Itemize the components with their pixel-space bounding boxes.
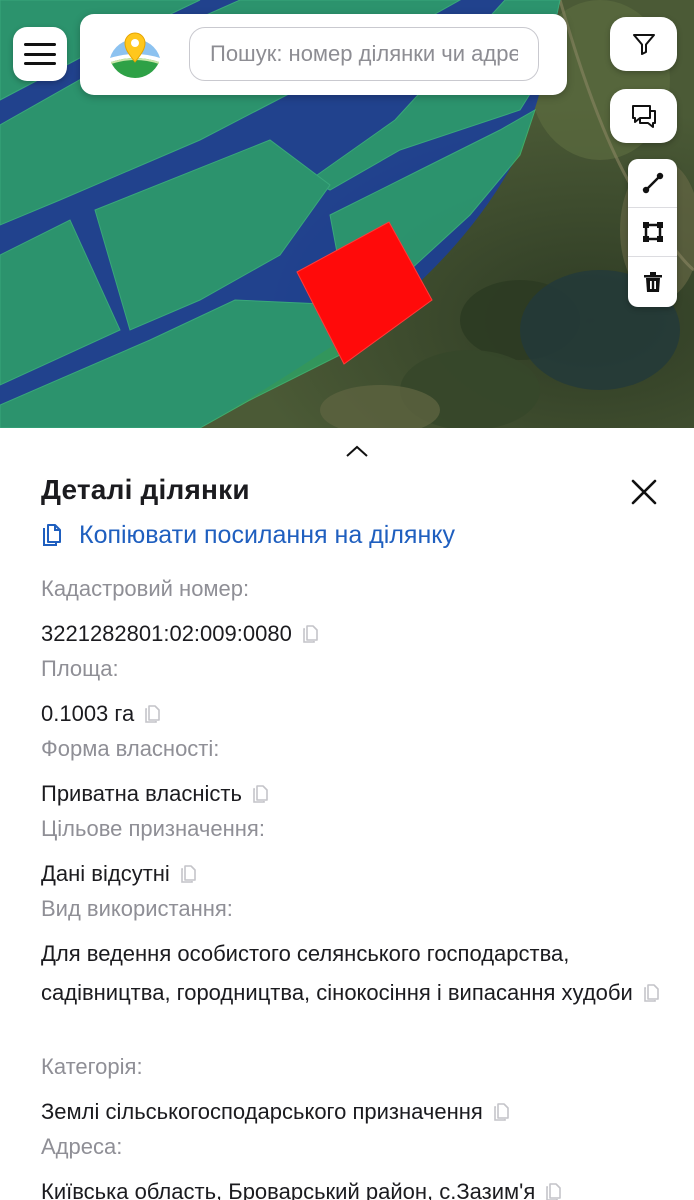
draw-toolbar xyxy=(628,159,677,307)
filter-icon xyxy=(632,34,655,55)
usage-type-label: Вид використання: xyxy=(41,896,233,921)
copy-icon xyxy=(43,524,61,546)
category-label: Категорія: xyxy=(41,1054,143,1079)
purpose-value: Дані відсутні xyxy=(41,854,661,894)
usage-type-text: Для ведення особистого селянського госпо… xyxy=(41,941,633,1005)
copy-parcel-link-button[interactable]: Копіювати посилання на ділянку xyxy=(41,516,455,554)
copy-icon[interactable] xyxy=(252,777,270,816)
draw-polygon-icon xyxy=(642,222,663,242)
menu-button[interactable] xyxy=(13,27,67,81)
map-pin-logo-icon[interactable] xyxy=(107,28,163,82)
measure-line-icon xyxy=(642,172,663,194)
address-value: Київська область, Броварський район, с.З… xyxy=(41,1172,661,1200)
search-input[interactable] xyxy=(189,27,539,81)
copy-icon[interactable] xyxy=(302,617,320,656)
ownership-text: Приватна власність xyxy=(41,781,242,806)
parcel-details-panel: Деталі ділянки Копіювати посилання на ді… xyxy=(0,428,694,1200)
area-label: Площа: xyxy=(41,656,119,681)
delete-drawing-button[interactable] xyxy=(628,257,677,306)
chevron-up-icon xyxy=(346,445,368,457)
hamburger-menu-icon xyxy=(24,43,56,65)
copy-parcel-link-label: Копіювати посилання на ділянку xyxy=(79,520,455,549)
purpose-text: Дані відсутні xyxy=(41,861,170,886)
filter-button[interactable] xyxy=(610,17,677,71)
close-icon xyxy=(631,479,657,505)
search-card xyxy=(80,14,567,95)
draw-polygon-button[interactable] xyxy=(628,208,677,257)
ownership-label: Форма власності: xyxy=(41,736,220,761)
category-text: Землі сільськогосподарського призначення xyxy=(41,1099,483,1124)
chat-button[interactable] xyxy=(610,89,677,143)
area-text: 0.1003 га xyxy=(41,701,135,726)
copy-icon[interactable] xyxy=(643,976,661,1015)
cadastral-number-label: Кадастровий номер: xyxy=(41,576,250,601)
copy-icon[interactable] xyxy=(545,1175,563,1200)
cadastral-number-text: 3221282801:02:009:0080 xyxy=(41,621,292,646)
purpose-label: Цільове призначення: xyxy=(41,816,265,841)
usage-type-value: Для ведення особистого селянського госпо… xyxy=(41,934,661,1052)
chat-bubbles-icon xyxy=(631,105,656,128)
ownership-value: Приватна власність xyxy=(41,774,661,814)
measure-line-button[interactable] xyxy=(628,159,677,208)
expand-panel-handle[interactable] xyxy=(337,438,377,464)
address-text: Київська область, Броварський район, с.З… xyxy=(41,1179,536,1200)
copy-icon[interactable] xyxy=(144,697,162,736)
parcel-fields: Кадастровий номер: 3221282801:02:009:008… xyxy=(41,574,661,1200)
copy-icon[interactable] xyxy=(180,857,198,896)
address-label: Адреса: xyxy=(41,1134,123,1159)
map-view[interactable] xyxy=(0,0,694,428)
panel-title: Деталі ділянки xyxy=(41,474,250,505)
close-button[interactable] xyxy=(624,472,664,512)
category-value: Землі сільськогосподарського призначення xyxy=(41,1092,661,1132)
trash-icon xyxy=(643,271,662,292)
area-value: 0.1003 га xyxy=(41,694,661,734)
cadastral-number-value: 3221282801:02:009:0080 xyxy=(41,614,661,654)
copy-icon[interactable] xyxy=(493,1095,511,1134)
